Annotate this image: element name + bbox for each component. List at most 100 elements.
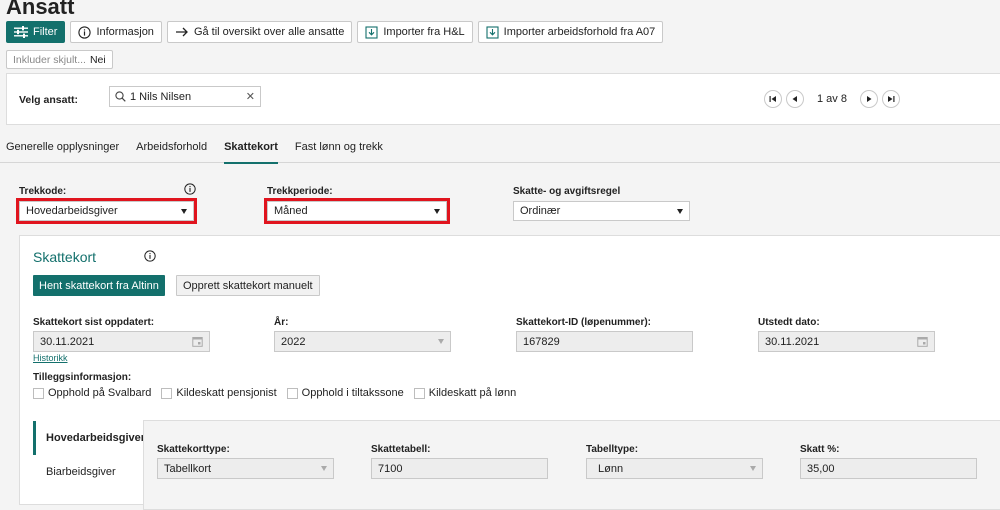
issued-date-value: 30.11.2021	[765, 335, 820, 348]
updated-date-value: 30.11.2021	[40, 335, 95, 348]
trekkode-select[interactable]: Hovedarbeidsgiver	[16, 198, 197, 224]
trekkode-value: Hovedarbeidsgiver	[26, 205, 118, 217]
year-value: 2022	[281, 335, 306, 348]
checkbox-box[interactable]	[413, 387, 425, 399]
chevron-down-icon	[434, 208, 440, 214]
tax-rule-value: Ordinær	[520, 205, 561, 217]
include-hidden-toggle[interactable]: Inkluder skjult... Nei	[6, 50, 113, 69]
skip-first-icon	[769, 96, 776, 102]
updated-date-field[interactable]: 30.11.2021	[33, 331, 210, 352]
prev-page-button[interactable]	[786, 90, 804, 108]
skip-last-icon	[887, 96, 895, 102]
employer-type-secondary[interactable]: Biarbeidsgiver	[33, 455, 143, 489]
first-page-button[interactable]	[764, 90, 782, 108]
caret-right-icon	[866, 96, 872, 102]
checkbox-label: Opphold i tiltakssone	[301, 387, 404, 399]
page-title: Ansatt	[6, 0, 75, 19]
trekkperiode-select[interactable]: Måned	[264, 198, 450, 224]
last-page-button[interactable]	[881, 90, 900, 108]
history-link[interactable]: Historikk	[33, 353, 68, 363]
card-type-value: Tabellkort	[164, 462, 212, 475]
clear-icon[interactable]: ✕	[246, 90, 255, 103]
card-id-value: 167829	[523, 335, 560, 348]
card-id-field: 167829	[516, 331, 693, 352]
tax-percent-value: 35,00	[807, 462, 835, 475]
sliders-icon	[14, 26, 28, 38]
checkbox-pension-withholding[interactable]: Kildeskatt pensjonist	[161, 387, 277, 399]
trekkperiode-value: Måned	[274, 205, 308, 217]
tax-percent-label: Skatt %:	[800, 444, 840, 455]
import-hl-label: Importer fra H&L	[383, 26, 465, 38]
import-a07-button[interactable]: Importer arbeidsforhold fra A07	[477, 21, 664, 43]
overview-button[interactable]: Gå til oversikt over alle ansatte	[166, 21, 353, 43]
calendar-icon[interactable]	[192, 336, 203, 347]
employee-selector-panel: Velg ansatt: 1 Nils Nilsen ✕ 1 av 8	[6, 73, 1000, 125]
next-page-button[interactable]	[859, 90, 878, 108]
chevron-down-icon	[750, 466, 756, 471]
calendar-icon[interactable]	[917, 336, 928, 347]
checkbox-box[interactable]	[161, 387, 173, 399]
checkbox-label: Kildeskatt pensjonist	[176, 387, 277, 399]
tax-table-value: 7100	[378, 462, 403, 475]
create-manual-button[interactable]: Opprett skattekort manuelt	[176, 275, 320, 296]
include-hidden-label: Inkluder skjult...	[13, 53, 86, 66]
card-id-label: Skattekort-ID (løpenummer):	[516, 317, 652, 328]
employee-search-value: 1 Nils Nilsen	[130, 90, 192, 103]
pager-text: 1 av 8	[817, 93, 847, 105]
table-type-select: Lønn	[586, 458, 763, 479]
tax-table-field: 7100	[371, 458, 548, 479]
search-icon	[115, 91, 126, 102]
info-icon[interactable]	[184, 183, 196, 195]
card-type-select: Tabellkort	[157, 458, 334, 479]
filter-button[interactable]: Filter	[6, 21, 66, 43]
tax-card-detail-panel: Skattekorttype: Tabellkort Skattetabell:…	[143, 420, 1000, 510]
year-label: År:	[274, 317, 289, 328]
trekkode-label: Trekkode:	[19, 186, 67, 197]
overview-label: Gå til oversikt over alle ansatte	[193, 26, 345, 38]
chevron-down-icon	[321, 466, 327, 471]
fetch-altinn-button[interactable]: Hent skattekort fra Altinn	[33, 275, 165, 296]
chevron-down-icon	[677, 208, 683, 214]
employee-pager: 1 av 8	[764, 90, 900, 108]
info-icon	[78, 25, 92, 39]
import-icon	[486, 25, 499, 39]
caret-left-icon	[792, 96, 797, 102]
table-type-label: Tabelltype:	[586, 444, 639, 455]
year-select: 2022	[274, 331, 451, 352]
info-button[interactable]: Informasjon	[70, 21, 162, 43]
import-hl-button[interactable]: Importer fra H&L	[357, 21, 473, 43]
chevron-down-icon	[438, 339, 444, 344]
employer-type-list: Hovedarbeidsgiver Biarbeidsgiver	[33, 421, 145, 489]
checkbox-label: Opphold på Svalbard	[48, 387, 152, 399]
tax-rule-label: Skatte- og avgiftsregel	[513, 186, 621, 197]
include-hidden-value: Nei	[89, 53, 106, 66]
tab-employment[interactable]: Arbeidsforhold	[136, 130, 207, 163]
employee-label: Velg ansatt:	[19, 94, 78, 106]
table-type-value: Lønn	[598, 462, 624, 475]
import-a07-label: Importer arbeidsforhold fra A07	[503, 26, 656, 38]
tab-general[interactable]: Generelle opplysninger	[6, 130, 119, 163]
checkbox-box[interactable]	[286, 387, 298, 399]
tax-rule-select[interactable]: Ordinær	[513, 201, 690, 221]
checkbox-svalbard[interactable]: Opphold på Svalbard	[33, 387, 151, 399]
tab-fixed-pay[interactable]: Fast lønn og trekk	[295, 130, 383, 163]
issued-date-field[interactable]: 30.11.2021	[758, 331, 935, 352]
checkbox-label: Kildeskatt på lønn	[428, 387, 517, 399]
trekkperiode-label: Trekkperiode:	[267, 186, 333, 197]
arrow-right-icon	[175, 27, 188, 37]
employee-search-input[interactable]: 1 Nils Nilsen ✕	[109, 86, 261, 107]
checkbox-measure-zone[interactable]: Opphold i tiltakssone	[286, 387, 404, 399]
checkbox-wage-withholding[interactable]: Kildeskatt på lønn	[413, 387, 517, 399]
info-label: Informasjon	[96, 26, 154, 38]
info-icon[interactable]	[144, 250, 156, 262]
updated-label: Skattekort sist oppdatert:	[33, 317, 155, 328]
employer-type-main[interactable]: Hovedarbeidsgiver	[33, 421, 145, 455]
checkbox-box[interactable]	[33, 387, 44, 399]
tax-card-panel: Skattekort Hent skattekort fra Altinn Op…	[19, 235, 1000, 510]
import-icon	[365, 25, 378, 39]
tax-table-label: Skattetabell:	[371, 444, 431, 455]
tax-percent-field: 35,00	[800, 458, 977, 479]
tax-card-title: Skattekort	[33, 249, 97, 265]
tab-tax-card[interactable]: Skattekort	[224, 130, 278, 164]
extra-info-label: Tilleggsinformasjon:	[33, 372, 132, 383]
